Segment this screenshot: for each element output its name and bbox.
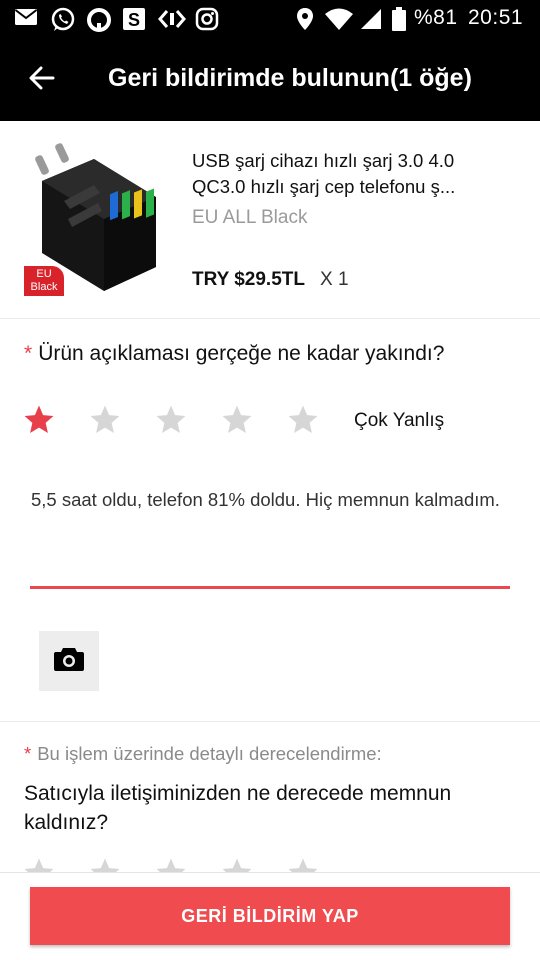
back-button[interactable] bbox=[20, 58, 64, 102]
variant-badge: EU Black bbox=[24, 266, 64, 296]
code-app-icon bbox=[158, 7, 186, 31]
required-mark: * bbox=[24, 743, 32, 764]
submit-feedback-button[interactable]: GERİ BİLDİRİM YAP bbox=[30, 887, 510, 945]
product-variant: EU ALL Black bbox=[192, 207, 308, 228]
product-image: EU Black bbox=[24, 141, 164, 296]
arrow-left-icon bbox=[29, 66, 55, 95]
page-title: Geri bildirimde bulunun(1 öğe) bbox=[108, 64, 472, 92]
product-summary: EU Black USB şarj cihazı hızlı şarj 3.0 … bbox=[0, 121, 540, 319]
comment-input[interactable]: 5,5 saat oldu, telefon 81% doldu. Hiç me… bbox=[31, 481, 501, 519]
status-bar: S %81 20:51 bbox=[0, 0, 540, 38]
badge-line-2: Black bbox=[30, 281, 58, 293]
accuracy-question: * Ürün açıklaması gerçeğe ne kadar yakınd… bbox=[24, 342, 444, 366]
location-icon bbox=[295, 7, 315, 31]
battery-percentage: %81 bbox=[414, 6, 458, 29]
badge-line-1: EU bbox=[36, 268, 52, 280]
bottom-bar: GERİ BİLDİRİM YAP bbox=[0, 872, 540, 960]
camera-icon bbox=[53, 645, 85, 678]
seller-communication-question: Satıcıyla iletişiminizden ne derecede me… bbox=[24, 782, 452, 834]
rating-label: Çok Yanlış bbox=[354, 410, 445, 431]
product-title: USB şarj cihazı hızlı şarj 3.0 4.0 QC3.0… bbox=[192, 148, 512, 200]
seller-star-5-icon[interactable] bbox=[286, 856, 320, 872]
signal-icon bbox=[360, 7, 382, 31]
accuracy-star-5-icon[interactable] bbox=[286, 403, 320, 437]
mail-icon bbox=[14, 7, 38, 27]
seller-communication-rating bbox=[22, 856, 352, 872]
required-mark: * bbox=[24, 342, 33, 365]
circle-app-icon bbox=[86, 7, 112, 33]
accuracy-star-4-icon[interactable] bbox=[220, 403, 254, 437]
section-divider bbox=[0, 721, 540, 722]
s-app-icon: S bbox=[122, 7, 146, 31]
product-quantity: X 1 bbox=[320, 269, 349, 290]
seller-star-1-icon[interactable] bbox=[22, 856, 56, 872]
wifi-icon bbox=[324, 7, 354, 31]
add-photo-button[interactable] bbox=[39, 631, 99, 691]
detailed-rating-subheading-text: Bu işlem üzerinde detaylı derecelendirme… bbox=[37, 743, 382, 764]
seller-star-3-icon[interactable] bbox=[154, 856, 188, 872]
instagram-icon bbox=[195, 7, 219, 31]
product-price: TRY $29.5TL bbox=[192, 269, 305, 290]
accuracy-star-1-icon[interactable] bbox=[22, 403, 56, 437]
seller-star-2-icon[interactable] bbox=[88, 856, 122, 872]
clock: 20:51 bbox=[468, 6, 524, 29]
accuracy-star-2-icon[interactable] bbox=[88, 403, 122, 437]
seller-star-4-icon[interactable] bbox=[220, 856, 254, 872]
product-title-line-1: USB şarj cihazı hızlı şarj 3.0 4.0 bbox=[192, 150, 455, 171]
product-title-line-2: QC3.0 hızlı şarj cep telefonu ş... bbox=[192, 176, 456, 197]
detailed-rating-subheading: * Bu işlem üzerinde detaylı derecelendirm… bbox=[24, 743, 382, 765]
battery-icon bbox=[392, 7, 406, 31]
app-bar: Geri bildirimde bulunun(1 öğe) bbox=[0, 38, 540, 121]
svg-text:S: S bbox=[128, 10, 140, 30]
comment-underline bbox=[30, 586, 510, 589]
accuracy-question-text: Ürün açıklaması gerçeğe ne kadar yakındı… bbox=[38, 342, 445, 365]
accuracy-rating bbox=[22, 403, 352, 437]
accuracy-star-3-icon[interactable] bbox=[154, 403, 188, 437]
whatsapp-icon bbox=[50, 7, 76, 33]
